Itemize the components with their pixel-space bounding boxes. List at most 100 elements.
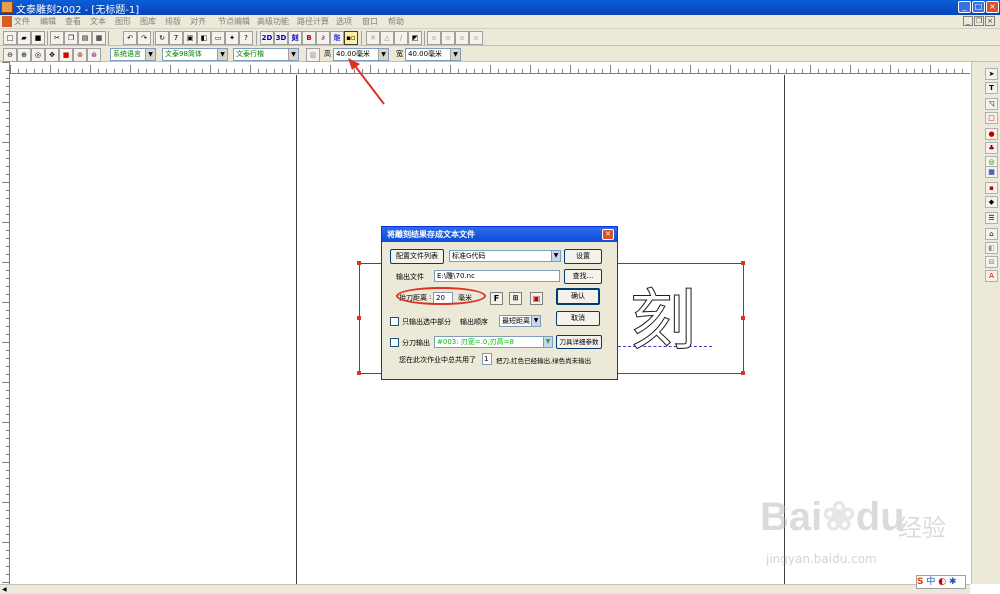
tool-color-icon[interactable]: ▣: [530, 292, 543, 305]
order-select[interactable]: 最短距离 ▼: [499, 315, 541, 327]
zoom-in-icon[interactable]: ⊕: [17, 48, 31, 62]
italic-tool-icon[interactable]: 7: [169, 31, 183, 45]
move-icon[interactable]: ✥: [45, 48, 59, 62]
align-right-icon[interactable]: ≡: [455, 31, 469, 45]
color-tool-icon[interactable]: ♣: [985, 142, 998, 154]
tool-select[interactable]: #003: 刃宽=.0,刃高=8 ▼: [434, 336, 553, 348]
doc-close-button[interactable]: ×: [985, 16, 995, 26]
menu-options[interactable]: 选项: [336, 16, 352, 27]
table-tool-icon[interactable]: ▦: [985, 166, 998, 178]
save-icon[interactable]: ■: [31, 31, 45, 45]
preview-icon[interactable]: ◧: [197, 31, 211, 45]
2d-button[interactable]: 2D: [260, 31, 274, 45]
scroll-left-arrow[interactable]: ◀: [2, 586, 10, 594]
help-icon[interactable]: ?: [239, 31, 253, 45]
ok-button[interactable]: 确认: [556, 288, 600, 305]
only-selected-checkbox[interactable]: [390, 317, 399, 326]
menu-file[interactable]: 文件: [14, 16, 30, 27]
paste-icon[interactable]: ▤: [78, 31, 92, 45]
engrave-icon[interactable]: 雕: [330, 31, 344, 45]
config-select[interactable]: 标准G代码 ▼: [449, 250, 561, 262]
font-set-select[interactable]: 文泰98简体 ▼: [162, 48, 228, 61]
red-square-icon[interactable]: ■: [59, 48, 73, 62]
menu-help[interactable]: 帮助: [388, 16, 404, 27]
node-icon-2[interactable]: △: [380, 31, 394, 45]
stamp-tool-icon[interactable]: ⌂: [985, 228, 998, 240]
settings-button[interactable]: 设置: [564, 249, 602, 264]
cut-icon[interactable]: ✂: [50, 31, 64, 45]
rectangle-tool-icon[interactable]: □: [985, 112, 998, 124]
text-format-icon[interactable]: A: [985, 270, 998, 282]
selection-handle[interactable]: [357, 261, 361, 265]
width-select[interactable]: 40.00毫米 ▼: [405, 48, 461, 61]
menu-view[interactable]: 查看: [65, 16, 81, 27]
ime-bar[interactable]: S 中 ◐ ✱: [916, 575, 966, 589]
language-select[interactable]: 系统语言 ▼: [110, 48, 156, 61]
browse-button[interactable]: 查找...: [564, 269, 602, 284]
save-engrave-result-icon[interactable]: ▪▫: [344, 31, 358, 45]
open-icon[interactable]: ▰: [17, 31, 31, 45]
tool-f-icon[interactable]: F: [490, 292, 503, 305]
menu-text[interactable]: 文本: [90, 16, 106, 27]
selection-handle[interactable]: [741, 261, 745, 265]
grid-icon[interactable]: ▦: [92, 31, 106, 45]
split-output-checkbox[interactable]: [390, 338, 399, 347]
lightbulb-icon[interactable]: ✦: [225, 31, 239, 45]
selection-handle[interactable]: [741, 316, 745, 320]
bucket-tool-icon[interactable]: ◆: [985, 196, 998, 208]
zoom-out-icon[interactable]: ⊖: [3, 48, 17, 62]
tool-params-button[interactable]: 刀具详细参数: [556, 335, 602, 349]
horizontal-scrollbar[interactable]: ◀: [0, 584, 970, 594]
print-icon[interactable]: ▣: [183, 31, 197, 45]
zoom-region-icon[interactable]: ⊚: [73, 48, 87, 62]
menu-window[interactable]: 窗口: [362, 16, 378, 27]
maximize-button[interactable]: □: [972, 1, 985, 13]
undo-icon[interactable]: ↶: [123, 31, 137, 45]
menu-path-calc[interactable]: 路径计算: [297, 16, 329, 27]
menu-node-edit[interactable]: 节点编辑: [218, 16, 250, 27]
menu-align[interactable]: 对齐: [190, 16, 206, 27]
cancel-button[interactable]: 取消: [556, 311, 600, 326]
monitor-icon[interactable]: ▭: [211, 31, 225, 45]
pointer-icon[interactable]: ➤: [985, 68, 998, 80]
tool-mode-icon[interactable]: ⊞: [509, 292, 522, 305]
rotate-icon[interactable]: ↻: [155, 31, 169, 45]
menu-edit[interactable]: 编辑: [40, 16, 56, 27]
selection-handle[interactable]: [357, 316, 361, 320]
doc-restore-button[interactable]: ❐: [974, 16, 984, 26]
redo-icon[interactable]: ↷: [137, 31, 151, 45]
config-list-button[interactable]: 配置文件列表: [390, 249, 444, 264]
menu-graphics[interactable]: 图形: [115, 16, 131, 27]
node-icon-1[interactable]: ✕: [366, 31, 380, 45]
carve-button[interactable]: 刻: [288, 31, 302, 45]
path-icon[interactable]: ∂: [316, 31, 330, 45]
node-icon-3[interactable]: /: [394, 31, 408, 45]
list-tool-icon[interactable]: ☰: [985, 212, 998, 224]
menu-library[interactable]: 图库: [140, 16, 156, 27]
node-tool-icon[interactable]: ◹: [985, 98, 998, 110]
doc-minimize-button[interactable]: _: [963, 16, 973, 26]
export-tool-icon[interactable]: ⊟: [985, 256, 998, 268]
dialog-close-button[interactable]: ✕: [602, 229, 614, 240]
text-tool-icon[interactable]: T: [985, 82, 998, 94]
align-justify-icon[interactable]: ≡: [469, 31, 483, 45]
copy-icon[interactable]: ❐: [64, 31, 78, 45]
selection-handle[interactable]: [741, 371, 745, 375]
zoom-fit-icon[interactable]: ⊛: [87, 48, 101, 62]
font-style-select[interactable]: 文泰行楷 ▼: [233, 48, 299, 61]
output-file-input[interactable]: E:\雕\70.nc: [434, 270, 560, 282]
node-icon-4[interactable]: ◩: [408, 31, 422, 45]
3d-button[interactable]: 3D: [274, 31, 288, 45]
menu-layout[interactable]: 排版: [165, 16, 181, 27]
zoom-page-icon[interactable]: ◎: [31, 48, 45, 62]
align-center-icon[interactable]: ≡: [441, 31, 455, 45]
lock-ratio-icon[interactable]: ▥: [306, 48, 320, 62]
minimize-button[interactable]: _: [958, 1, 971, 13]
close-window-button[interactable]: ×: [986, 1, 999, 13]
palette-tool-icon[interactable]: ▪: [985, 182, 998, 194]
disabled-tool-icon[interactable]: ◧: [985, 242, 998, 254]
selection-handle[interactable]: [357, 371, 361, 375]
menu-advanced[interactable]: 高级功能: [257, 16, 289, 27]
fill-tool-icon[interactable]: ●: [985, 128, 998, 140]
b-button[interactable]: B: [302, 31, 316, 45]
